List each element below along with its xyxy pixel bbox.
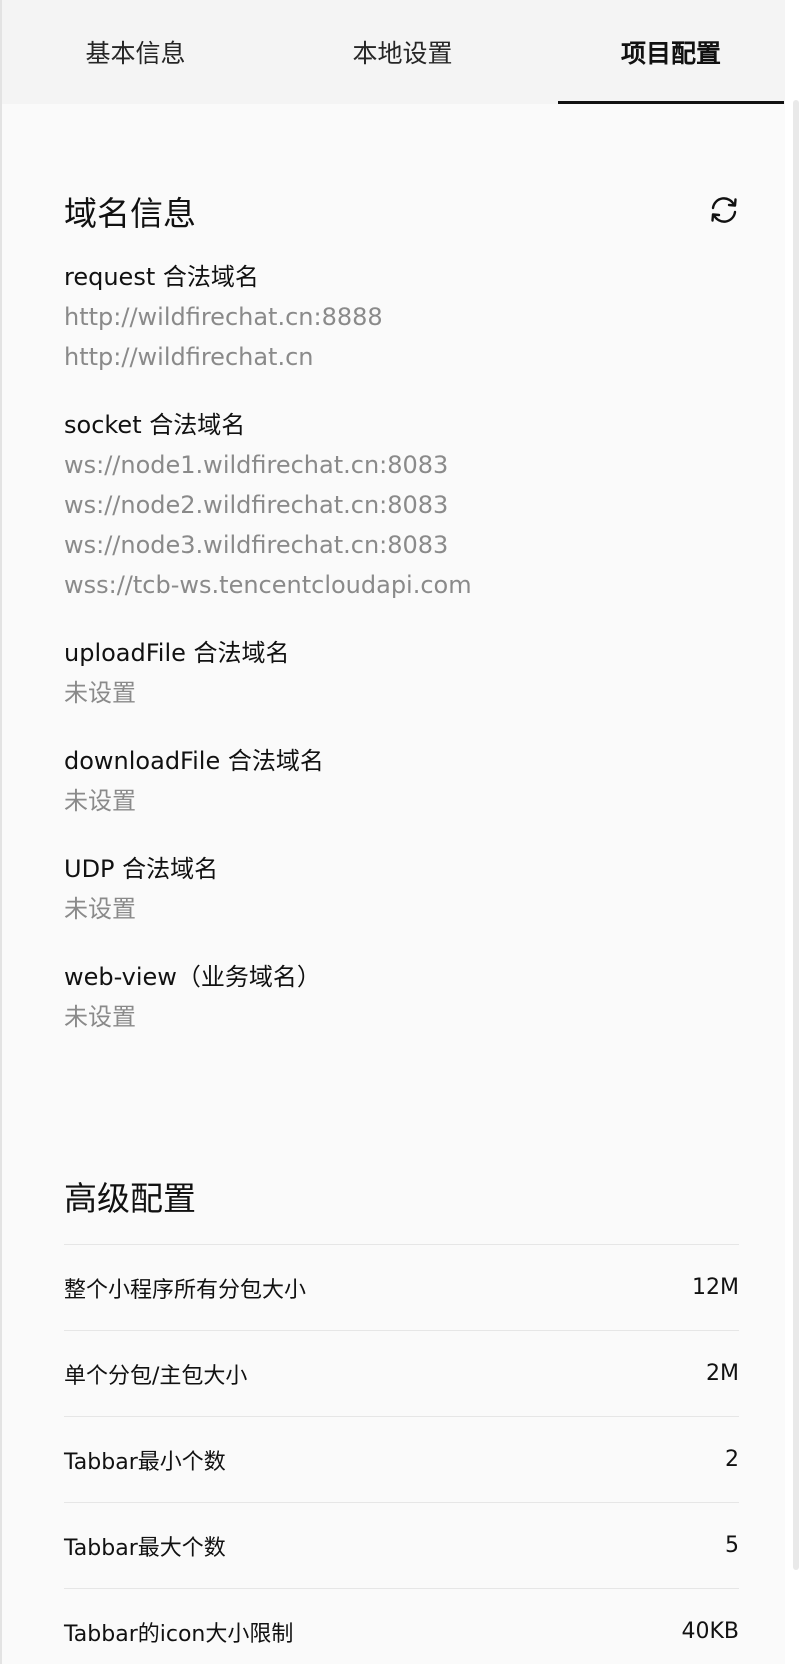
config-row-label: 整个小程序所有分包大小 <box>64 1277 307 1303</box>
config-row-value: 2 <box>725 1447 739 1472</box>
config-row-total-package-size: 整个小程序所有分包大小 12M <box>64 1244 739 1330</box>
refresh-icon-svg <box>711 197 737 223</box>
config-row-tabbar-icon-limit: Tabbar的icon大小限制 40KB <box>64 1588 739 1664</box>
domain-value: http://wildfirechat.cn:8888 <box>64 303 383 331</box>
config-row-tabbar-min: Tabbar最小个数 2 <box>64 1416 739 1502</box>
domain-group-label: socket 合法域名 <box>64 411 246 439</box>
project-config-panel: 基本信息 本地设置 项目配置 域名信息 request 合法域名 http://… <box>0 0 785 1664</box>
advanced-config-title: 高级配置 <box>64 1179 196 1218</box>
domain-value: ws://node3.wildfirechat.cn:8083 <box>64 531 449 559</box>
domain-group-label: web-view（业务域名） <box>64 963 321 991</box>
domain-value: ws://node1.wildfirechat.cn:8083 <box>64 451 449 479</box>
domain-value: 未设置 <box>64 895 136 923</box>
domain-group-label: UDP 合法域名 <box>64 855 219 883</box>
config-row-tabbar-max: Tabbar最大个数 5 <box>64 1502 739 1588</box>
domain-group-request: request 合法域名 http://wildfirechat.cn:8888… <box>64 257 383 377</box>
domain-group-label: downloadFile 合法域名 <box>64 747 324 775</box>
config-row-label: Tabbar的icon大小限制 <box>64 1621 294 1647</box>
domain-value: 未设置 <box>64 787 136 815</box>
refresh-icon[interactable] <box>708 194 740 226</box>
domain-info-title: 域名信息 <box>64 194 196 233</box>
config-row-value: 5 <box>725 1533 739 1558</box>
domain-value: 未设置 <box>64 1003 136 1031</box>
advanced-config-list: 整个小程序所有分包大小 12M 单个分包/主包大小 2M Tabbar最小个数 … <box>64 1244 739 1664</box>
tab-project-config[interactable]: 项目配置 <box>558 0 784 104</box>
domain-group-webview: web-view（业务域名） 未设置 <box>64 957 321 1037</box>
domain-group-label: uploadFile 合法域名 <box>64 639 290 667</box>
config-row-single-package-size: 单个分包/主包大小 2M <box>64 1330 739 1416</box>
tab-basic-info[interactable]: 基本信息 <box>2 0 269 104</box>
config-row-value: 12M <box>692 1275 739 1300</box>
config-row-value: 2M <box>706 1361 739 1386</box>
vertical-scrollbar[interactable] <box>793 100 799 1570</box>
domain-value: 未设置 <box>64 679 136 707</box>
domain-group-downloadfile: downloadFile 合法域名 未设置 <box>64 741 324 821</box>
config-row-value: 40KB <box>681 1619 739 1644</box>
config-row-label: 单个分包/主包大小 <box>64 1363 248 1389</box>
domain-group-udp: UDP 合法域名 未设置 <box>64 849 218 929</box>
tab-local-settings[interactable]: 本地设置 <box>269 0 536 104</box>
domain-value: ws://node2.wildfirechat.cn:8083 <box>64 491 449 519</box>
domain-value: http://wildfirechat.cn <box>64 343 314 371</box>
domain-group-socket: socket 合法域名 ws://node1.wildfirechat.cn:8… <box>64 405 472 605</box>
config-row-label: Tabbar最大个数 <box>64 1535 226 1561</box>
config-row-label: Tabbar最小个数 <box>64 1449 226 1475</box>
domain-group-label: request 合法域名 <box>64 263 259 291</box>
tab-bar: 基本信息 本地设置 项目配置 <box>2 0 785 104</box>
domain-group-uploadfile: uploadFile 合法域名 未设置 <box>64 633 290 713</box>
domain-value: wss://tcb-ws.tencentcloudapi.com <box>64 571 472 599</box>
